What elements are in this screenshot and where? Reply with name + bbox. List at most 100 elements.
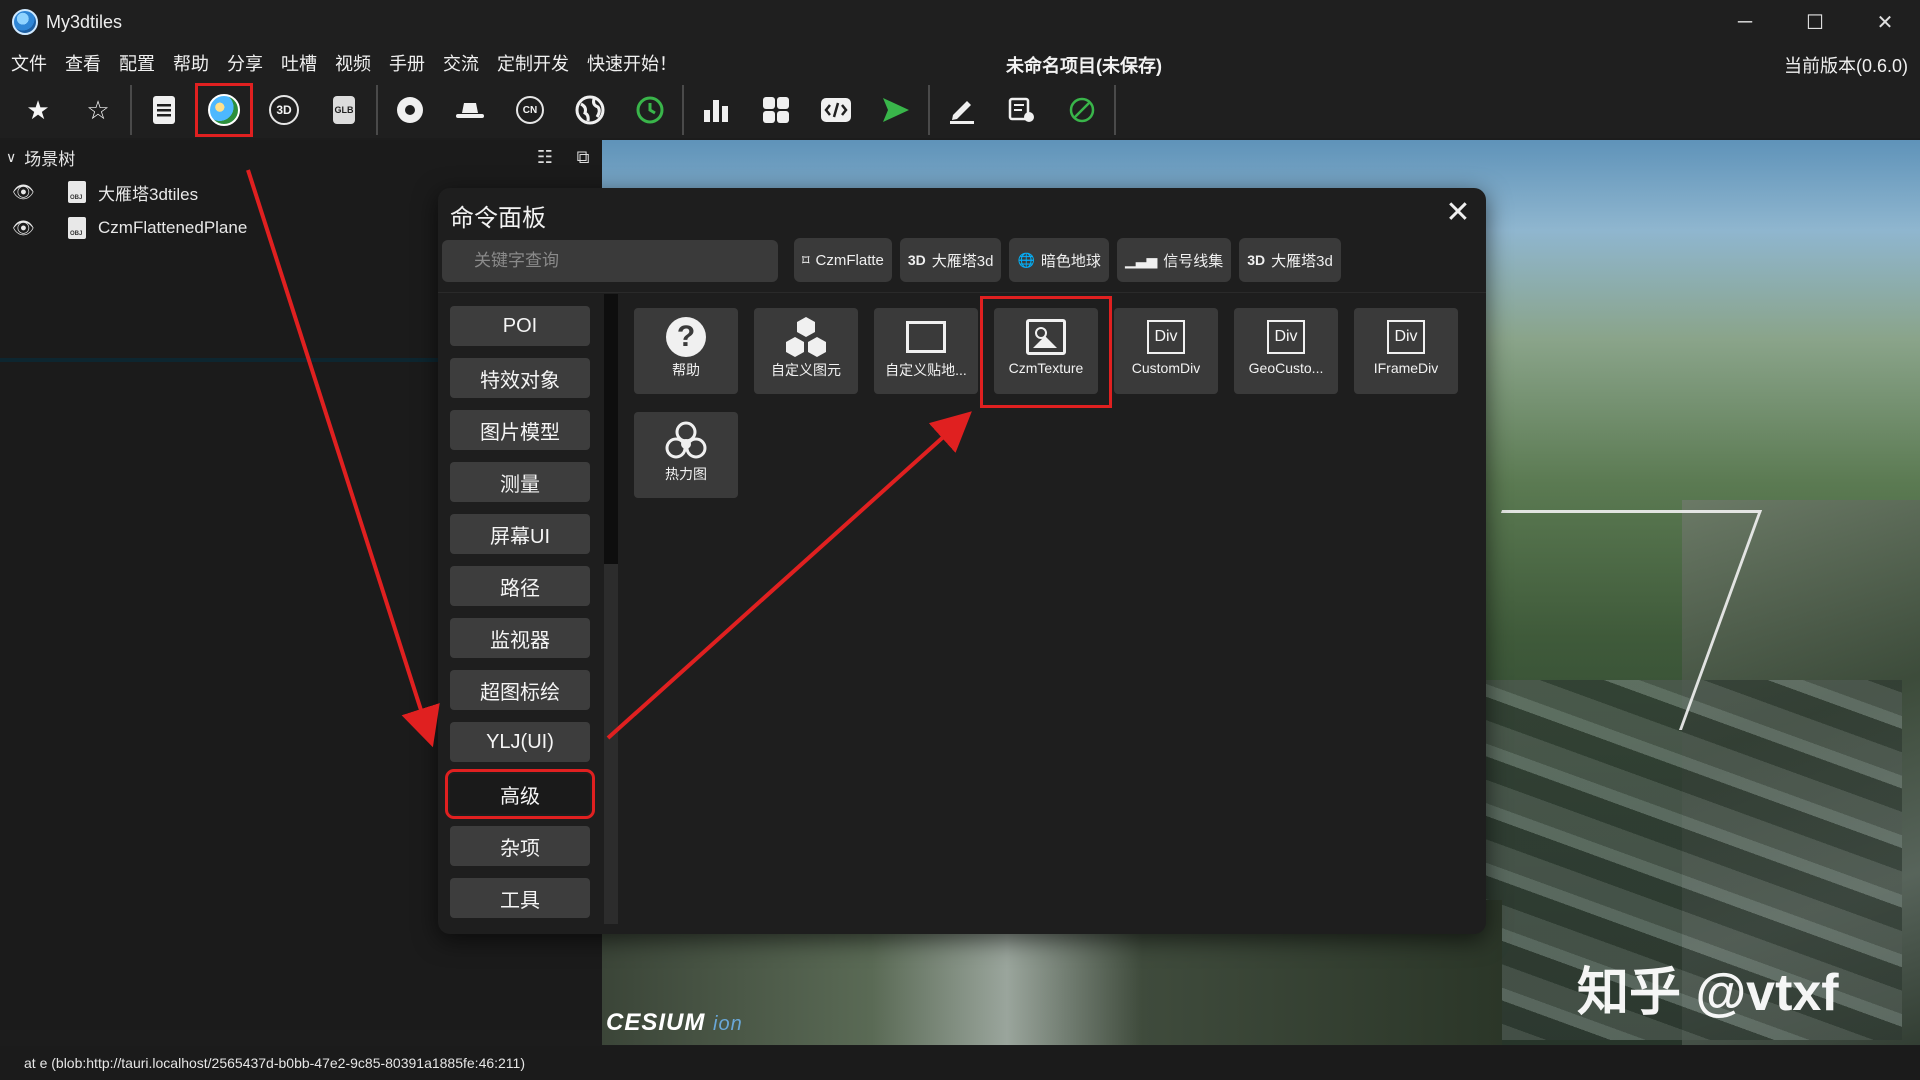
recent-commands: ⌑ CzmFlatte 3D 大雁塔3d 🌐 暗色地球 ▁▃▅ 信号线集 3D … [794, 238, 1341, 282]
target-icon[interactable] [382, 84, 438, 136]
tile-geo-custom-div[interactable]: Div GeoCusto... [1234, 308, 1338, 394]
clock-icon[interactable] [622, 84, 678, 136]
close-icon[interactable]: ✕ [1442, 196, 1474, 229]
menu-file[interactable]: 文件 [0, 50, 54, 76]
star-filled-icon[interactable]: ★ [10, 84, 66, 136]
globe-icon[interactable] [562, 84, 618, 136]
category-image-model[interactable]: 图片模型 [450, 410, 590, 450]
tile-custom-ground[interactable]: 自定义贴地... [874, 308, 978, 394]
category-tools[interactable]: 工具 [450, 878, 590, 918]
recent-chip[interactable]: 3D 大雁塔3d [1239, 238, 1341, 282]
collapse-all-icon[interactable]: ⧉ [570, 144, 596, 170]
tree-layout-icon[interactable]: ☷ [532, 144, 558, 170]
recent-chip[interactable]: ⌑ CzmFlatte [794, 238, 892, 282]
category-effects[interactable]: 特效对象 [450, 358, 590, 398]
recent-chip-label: CzmFlatte [815, 251, 884, 269]
menu-quick-start[interactable]: 快速开始！ [576, 50, 684, 76]
tile-heatmap[interactable]: 热力图 [634, 412, 738, 498]
code-icon[interactable] [808, 84, 864, 136]
recent-chip[interactable]: 🌐 暗色地球 [1009, 238, 1109, 282]
maximize-button[interactable]: ☐ [1780, 0, 1850, 44]
pen-icon[interactable] [934, 84, 990, 136]
help-icon: ? [666, 317, 706, 357]
minimize-button[interactable]: ─ [1710, 0, 1780, 44]
app-title: My3dtiles [46, 11, 123, 32]
toolbar-separator [928, 85, 930, 135]
cn-icon: CN [516, 96, 544, 124]
menu-share[interactable]: 分享 [216, 50, 270, 76]
category-measure[interactable]: 测量 [450, 462, 590, 502]
eye-icon[interactable]: 👁 [12, 218, 38, 239]
category-ylj-ui[interactable]: YLJ(UI) [450, 722, 590, 762]
scene-tree-tools: ☷ ⧉ [532, 144, 596, 170]
tile-custom-div[interactable]: Div CustomDiv [1114, 308, 1218, 394]
scene-tree-header[interactable]: ∨ 场景树 [0, 140, 602, 174]
grid-blocks-icon[interactable] [748, 84, 804, 136]
menu-community[interactable]: 交流 [432, 50, 486, 76]
tile-label: GeoCusto... [1248, 360, 1324, 376]
menu-custom-dev[interactable]: 定制开发 [486, 50, 576, 76]
tile-label: CzmTexture [1008, 360, 1084, 376]
category-supermap-plot[interactable]: 超图标绘 [450, 670, 590, 710]
menu-bar: 文件 查看 配置 帮助 分享 吐槽 视频 手册 交流 定制开发 快速开始！ 未命… [0, 44, 1920, 82]
play-icon[interactable] [868, 84, 924, 136]
category-monitor[interactable]: 监视器 [450, 618, 590, 658]
tile-label: 热力图 [665, 466, 707, 482]
glb-button[interactable]: GLB [316, 84, 372, 136]
menu-feedback[interactable]: 吐槽 [270, 50, 324, 76]
menu-manual[interactable]: 手册 [378, 50, 432, 76]
category-scrollbar-thumb[interactable] [604, 294, 618, 564]
recent-chip[interactable]: ▁▃▅ 信号线集 [1116, 238, 1232, 282]
star-outline-icon[interactable]: ☆ [70, 84, 126, 136]
toolbar-separator [130, 85, 132, 135]
category-list: POI 特效对象 图片模型 测量 屏幕UI 路径 监视器 超图标绘 YLJ(UI… [438, 294, 618, 934]
eye-icon[interactable]: 👁 [12, 182, 38, 203]
cesium-logo[interactable]: CESIUM ion [606, 1009, 743, 1037]
chevron-down-icon[interactable]: ∨ [6, 149, 16, 166]
document-icon[interactable] [136, 84, 192, 136]
scene-image-button[interactable] [195, 83, 253, 137]
category-misc[interactable]: 杂项 [450, 826, 590, 866]
toolbar-separator [682, 85, 684, 135]
tree-item-label: 大雁塔3dtiles [98, 184, 199, 204]
div-icon: Div [1387, 320, 1425, 354]
ban-icon[interactable] [1054, 84, 1110, 136]
toolbar: ★ ☆ 3D GLB CN [0, 82, 1920, 138]
close-window-button[interactable]: ✕ [1850, 0, 1920, 44]
category-poi[interactable]: POI [450, 306, 590, 346]
3d-icon: 3D [269, 95, 299, 125]
search-input[interactable] [442, 240, 778, 282]
category-advanced[interactable]: 高级 [445, 769, 595, 819]
divider [438, 292, 1486, 293]
hat-icon[interactable] [442, 84, 498, 136]
menu-video[interactable]: 视频 [324, 50, 378, 76]
tile-label: 自定义图元 [771, 362, 841, 378]
3d-model-button[interactable]: 3D [256, 84, 312, 136]
menu-config[interactable]: 配置 [108, 50, 162, 76]
image-icon [1026, 319, 1066, 355]
glb-icon: GLB [333, 96, 355, 124]
category-screen-ui[interactable]: 屏幕UI [450, 514, 590, 554]
cn-map-button[interactable]: CN [502, 84, 558, 136]
tile-help[interactable]: ? 帮助 [634, 308, 738, 394]
scene-tree-title: 场景树 [24, 149, 76, 169]
menu-help[interactable]: 帮助 [162, 50, 216, 76]
status-text: at e (blob:http://tauri.localhost/256543… [24, 1055, 526, 1071]
tile-custom-primitive[interactable]: 自定义图元 [754, 308, 858, 394]
toolbar-separator [376, 85, 378, 135]
tile-czm-texture[interactable]: CzmTexture [994, 308, 1098, 394]
bar-chart-icon[interactable] [688, 84, 744, 136]
menu-view[interactable]: 查看 [54, 50, 108, 76]
3d-tiles-icon: 3D [1247, 252, 1266, 268]
form-settings-icon[interactable] [994, 84, 1050, 136]
cubes-icon [783, 314, 829, 360]
3d-tiles-icon: 3D [907, 252, 926, 268]
category-path[interactable]: 路径 [450, 566, 590, 606]
window-controls: ─ ☐ ✕ [1710, 0, 1920, 44]
recent-chip[interactable]: 3D 大雁塔3d [899, 238, 1002, 282]
command-panel: 命令面板 ✕ ⌑ CzmFlatte 3D 大雁塔3d 🌐 暗色地球 ▁▃▅ 信… [438, 188, 1486, 934]
watermark: 知乎 @vtxf [1577, 964, 1839, 1022]
tile-iframe-div[interactable]: Div IFrameDiv [1354, 308, 1458, 394]
version-label: 当前版本(0.6.0) [1783, 56, 1908, 76]
recent-chip-label: 暗色地球 [1040, 252, 1101, 270]
